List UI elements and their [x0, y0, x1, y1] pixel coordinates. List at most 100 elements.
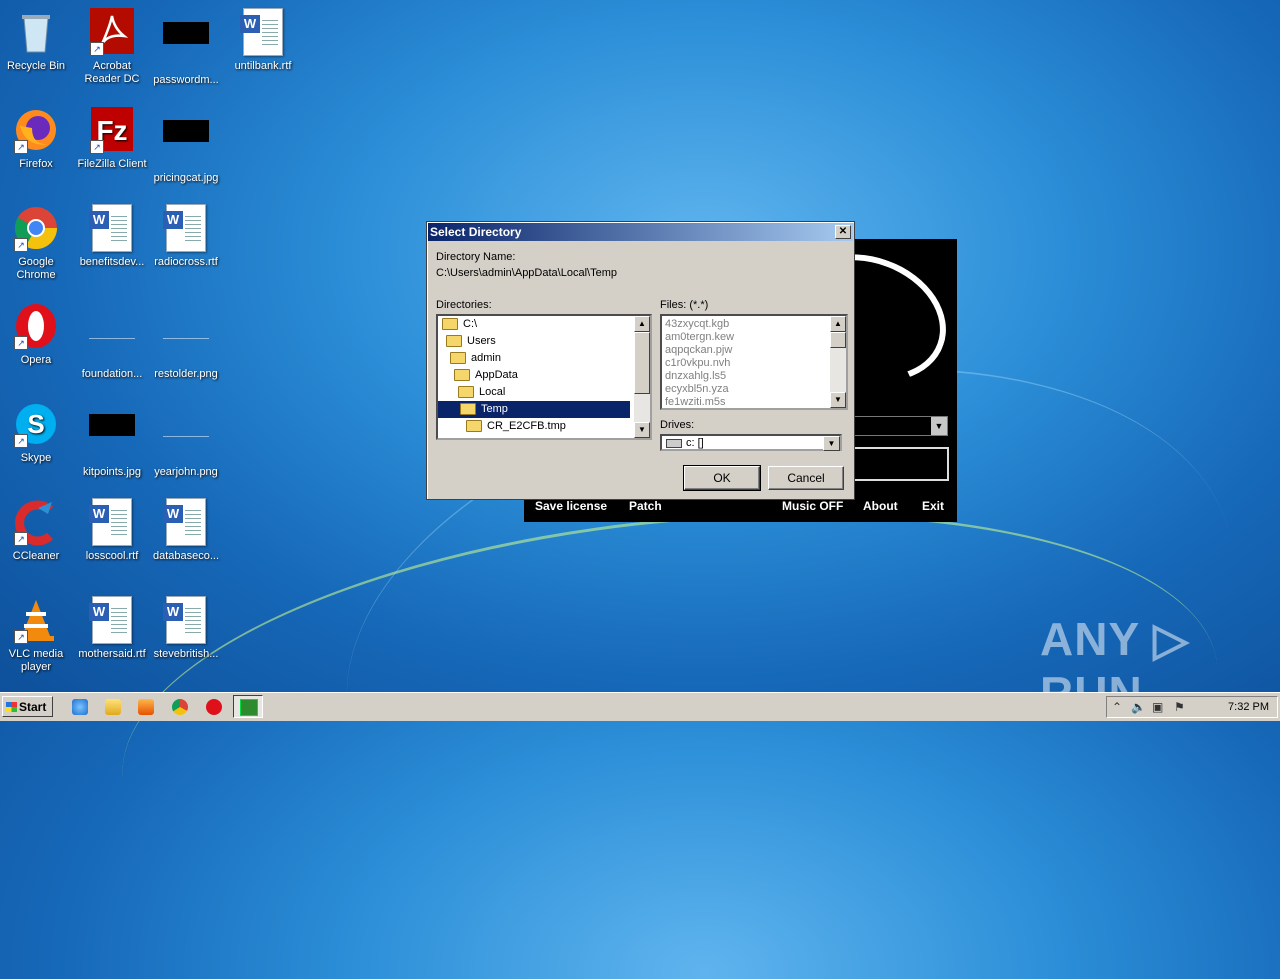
scroll-up-arrow-icon[interactable]: ▲: [634, 316, 650, 332]
radiocross-file[interactable]: W radiocross.rtf: [150, 204, 222, 269]
drive-value: c: []: [686, 437, 704, 449]
word-document-icon: W: [88, 596, 136, 644]
vlc-shortcut[interactable]: ↗ VLC media player: [0, 596, 72, 674]
firefox-icon: ↗: [12, 106, 60, 154]
icon-label: losscool.rtf: [85, 550, 139, 562]
google-chrome-shortcut[interactable]: ↗ Google Chrome: [0, 204, 72, 282]
directory-path: C:\Users\admin\AppData\Local\Temp: [436, 267, 617, 279]
start-button[interactable]: Start: [2, 696, 53, 717]
icon-label: stevebritish...: [153, 648, 219, 660]
directories-scrollbar[interactable]: ▲ ▼: [634, 316, 650, 438]
internet-explorer-icon[interactable]: [72, 699, 88, 715]
databaseco-file[interactable]: W databaseco...: [150, 498, 222, 563]
kitpoints-file[interactable]: kitpoints.jpg: [76, 400, 148, 479]
close-button[interactable]: ✕: [835, 225, 851, 239]
files-scrollbar[interactable]: ▲ ▼: [830, 316, 846, 408]
chrome-icon[interactable]: [172, 699, 188, 715]
yearjohn-file[interactable]: yearjohn.png: [150, 400, 222, 479]
blank-file-icon: [88, 316, 136, 364]
directories-label: Directories:: [436, 299, 492, 311]
patcher-dropdown[interactable]: ▼: [854, 416, 948, 436]
drives-dropdown[interactable]: c: [] ▼: [660, 434, 842, 451]
flag-icon[interactable]: ⚑: [1174, 700, 1185, 714]
firefox-shortcut[interactable]: ↗ Firefox: [0, 106, 72, 171]
icon-label: Opera: [20, 354, 52, 366]
network-icon[interactable]: ▣: [1152, 700, 1163, 714]
foundation-file[interactable]: foundation...: [76, 302, 148, 381]
icon-label: restolder.png: [154, 368, 218, 380]
clock[interactable]: 7:32 PM: [1228, 697, 1269, 718]
directory-item[interactable]: Users: [440, 333, 636, 350]
exit-button[interactable]: Exit: [922, 499, 944, 513]
icon-label: Google Chrome: [16, 256, 56, 281]
chevron-down-icon[interactable]: ▼: [823, 436, 840, 451]
explorer-icon[interactable]: [105, 699, 121, 715]
file-item[interactable]: am0tergn.kew: [665, 331, 734, 344]
scroll-thumb[interactable]: [634, 332, 650, 394]
speaker-icon[interactable]: 🔈: [1131, 700, 1146, 714]
directory-item-selected[interactable]: Temp: [438, 401, 630, 418]
skype-shortcut[interactable]: S ↗ Skype: [0, 400, 72, 465]
about-button[interactable]: About: [863, 499, 898, 513]
chevron-up-icon[interactable]: ⌃: [1112, 700, 1122, 714]
taskbar: Start ⌃ 🔈 ▣ ⚑ 7:32 PM: [0, 692, 1280, 721]
icon-label: untilbank.rtf: [234, 60, 292, 72]
open-folder-icon: [460, 403, 476, 416]
passwordm-file[interactable]: passwordm...: [150, 8, 222, 87]
icon-label: Recycle Bin: [6, 60, 66, 72]
acrobat-reader-shortcut[interactable]: ↗ Acrobat Reader DC: [76, 8, 148, 86]
opera-icon: ↗: [12, 302, 60, 350]
filezilla-shortcut[interactable]: Fz ↗ FileZilla Client: [76, 106, 148, 171]
directory-item[interactable]: Local: [440, 384, 648, 401]
chevron-down-icon: ▼: [931, 417, 947, 435]
untilbank-file[interactable]: W untilbank.rtf: [227, 8, 299, 73]
losscool-file[interactable]: W losscool.rtf: [76, 498, 148, 563]
icon-label: pricingcat.jpg: [153, 172, 219, 184]
save-license-button[interactable]: Save license: [535, 499, 607, 513]
recycle-bin-shortcut[interactable]: Recycle Bin: [0, 8, 72, 73]
word-document-icon: W: [162, 596, 210, 644]
directory-item[interactable]: C:\: [440, 316, 632, 333]
dialog-titlebar[interactable]: Select Directory ✕: [428, 223, 853, 241]
patch-button[interactable]: Patch: [629, 499, 662, 513]
scroll-down-arrow-icon[interactable]: ▼: [830, 392, 846, 408]
image-thumbnail-icon: [88, 414, 136, 462]
cancel-button[interactable]: Cancel: [768, 466, 844, 490]
file-item[interactable]: fe1wziti.m5s: [665, 396, 726, 408]
icon-label: radiocross.rtf: [154, 256, 218, 268]
benefitsdev-file[interactable]: W benefitsdev...: [76, 204, 148, 269]
icon-label: mothersaid.rtf: [78, 648, 146, 660]
restolder-file[interactable]: restolder.png: [150, 302, 222, 381]
directories-list[interactable]: C:\ Users admin AppData Local Temp CR_E2…: [436, 314, 652, 440]
pricingcat-file[interactable]: pricingcat.jpg: [150, 106, 222, 185]
media-player-icon[interactable]: [138, 699, 154, 715]
scroll-up-arrow-icon[interactable]: ▲: [830, 316, 846, 332]
file-item[interactable]: 43zxycqt.kgb: [665, 318, 729, 331]
stevebritish-file[interactable]: W stevebritish...: [150, 596, 222, 661]
patcher-text-box[interactable]: [849, 447, 949, 481]
scroll-down-arrow-icon[interactable]: ▼: [634, 422, 650, 438]
files-list[interactable]: 43zxycqt.kgb am0tergn.kew aqpqckan.pjw c…: [660, 314, 848, 410]
patcher-task-button[interactable]: [233, 695, 263, 718]
blank-file-icon: [162, 414, 210, 462]
file-item[interactable]: dnzxahlg.ls5: [665, 370, 726, 383]
ccleaner-shortcut[interactable]: ↗ CCleaner: [0, 498, 72, 563]
opera-icon[interactable]: [206, 699, 222, 715]
drives-label: Drives:: [660, 419, 695, 431]
icon-label: foundation...: [81, 368, 143, 380]
scroll-thumb[interactable]: [830, 332, 846, 348]
blank-file-icon: [162, 316, 210, 364]
file-item[interactable]: c1r0vkpu.nvh: [665, 357, 730, 370]
recycle-bin-icon: [12, 8, 60, 56]
music-toggle-button[interactable]: Music OFF: [782, 499, 843, 513]
file-item[interactable]: ecyxbl5n.yza: [665, 383, 729, 396]
icon-label: VLC media player: [8, 648, 64, 673]
directory-item[interactable]: admin: [440, 350, 640, 367]
opera-shortcut[interactable]: ↗ Opera: [0, 302, 72, 367]
directory-item[interactable]: CR_E2CFB.tmp: [440, 418, 650, 435]
ok-button[interactable]: OK: [683, 465, 761, 491]
mothersaid-file[interactable]: W mothersaid.rtf: [76, 596, 148, 661]
file-item[interactable]: aqpqckan.pjw: [665, 344, 732, 357]
word-document-icon: W: [162, 204, 210, 252]
directory-item[interactable]: AppData: [440, 367, 644, 384]
